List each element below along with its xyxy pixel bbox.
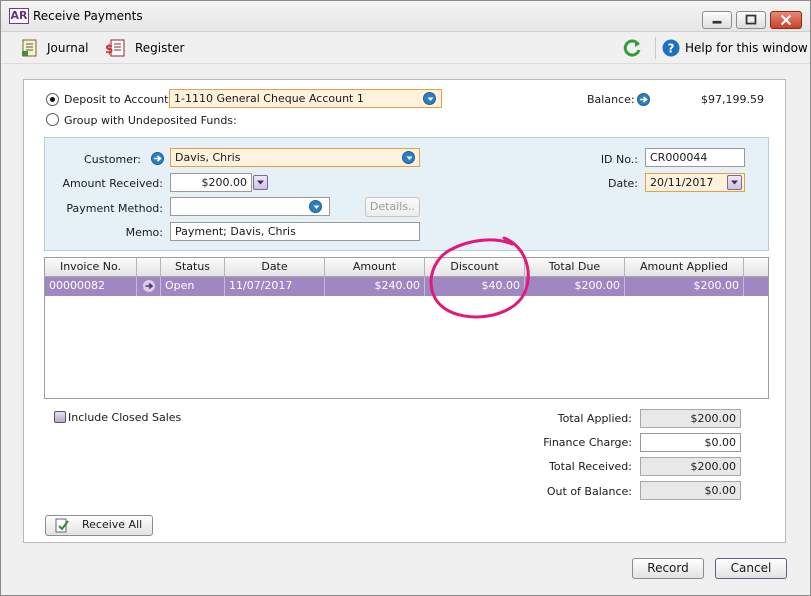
amount-received-field[interactable]: $200.00 — [170, 173, 252, 192]
total-due-cell: $200.00 — [525, 277, 625, 296]
window-title: Receive Payments — [33, 9, 143, 23]
total-applied-label: Total Applied: — [557, 412, 632, 425]
register-label: Register — [135, 41, 185, 55]
balance-arrow-icon[interactable] — [637, 93, 650, 106]
deposit-to-account-label: Deposit to Account: — [64, 93, 173, 106]
invoice-link-cell[interactable] — [137, 277, 161, 296]
balance-label: Balance: — [587, 93, 635, 106]
toolbar-divider — [655, 37, 656, 59]
journal-button[interactable]: Journal — [21, 38, 89, 58]
column-link — [137, 258, 161, 277]
column-invoice-no[interactable]: Invoice No. — [45, 258, 137, 277]
total-applied-value: $200.00 — [640, 409, 741, 428]
customer-dropdown-icon[interactable] — [402, 151, 415, 164]
maximize-button[interactable] — [736, 11, 766, 29]
receive-all-label: Receive All — [82, 518, 143, 531]
help-button[interactable]: ? Help for this window — [662, 38, 808, 58]
amount-dropdown-icon[interactable] — [253, 175, 268, 190]
account-dropdown-icon[interactable] — [423, 92, 436, 105]
table-row[interactable]: 00000082 Open 11/07/2017 $240.00 $40.00 … — [45, 277, 768, 296]
customer-field[interactable]: Davis, Chris — [170, 148, 420, 167]
payment-method-label: Payment Method: — [66, 202, 163, 215]
finance-charge-label: Finance Charge: — [543, 436, 632, 449]
invoice-no-cell: 00000082 — [45, 277, 137, 296]
finance-charge-field[interactable]: $0.00 — [640, 433, 741, 452]
id-no-label: ID No.: — [600, 153, 638, 166]
amount-applied-cell[interactable]: $200.00 — [625, 277, 744, 296]
svg-text:$: $ — [105, 42, 113, 56]
out-of-balance-value: $0.00 — [640, 481, 741, 500]
journal-label: Journal — [47, 41, 89, 55]
main-panel: Deposit to Account: 1-1110 General Chequ… — [23, 79, 786, 543]
deposit-to-account-radio[interactable] — [46, 93, 59, 106]
register-button[interactable]: $ Register — [105, 38, 184, 58]
table-header: Invoice No. Status Date Amount Discount … — [45, 258, 768, 277]
toolbar: Journal $ Register ? Help for this windo… — [1, 32, 810, 64]
date-cell: 11/07/2017 — [225, 277, 325, 296]
total-received-value: $200.00 — [640, 457, 741, 476]
column-total-due[interactable]: Total Due — [525, 258, 625, 277]
customer-arrow-icon[interactable] — [151, 152, 164, 165]
payment-details-panel: Customer: Davis, Chris Amount Received: … — [44, 137, 769, 251]
deposit-account-field[interactable]: 1-1110 General Cheque Account 1 — [169, 89, 442, 108]
total-received-label: Total Received: — [549, 460, 632, 473]
refresh-button[interactable] — [623, 38, 651, 58]
customer-label: Customer: — [84, 153, 141, 166]
payment-method-dropdown-icon[interactable] — [309, 200, 322, 213]
include-closed-sales-checkbox[interactable] — [54, 411, 66, 423]
out-of-balance-label: Out of Balance: — [546, 485, 632, 498]
memo-label: Memo: — [125, 226, 163, 239]
close-window-button[interactable] — [770, 11, 802, 29]
payment-method-field[interactable] — [170, 197, 330, 216]
balance-value: $97,199.59 — [701, 93, 764, 106]
details-button[interactable]: Details.. — [365, 197, 420, 217]
column-amount[interactable]: Amount — [325, 258, 425, 277]
memo-field[interactable]: Payment; Davis, Chris — [170, 222, 420, 241]
column-status[interactable]: Status — [161, 258, 225, 277]
include-closed-sales-label: Include Closed Sales — [68, 411, 182, 424]
status-cell: Open — [161, 277, 225, 296]
maximize-icon — [745, 14, 757, 25]
app-ar-icon: AR — [9, 8, 29, 24]
id-no-field[interactable]: CR000044 — [645, 148, 745, 167]
column-date[interactable]: Date — [225, 258, 325, 277]
group-undeposited-label: Group with Undeposited Funds: — [64, 114, 237, 127]
help-label: Help for this window — [685, 41, 808, 55]
minimize-icon — [712, 20, 722, 24]
close-icon — [780, 14, 792, 26]
column-amount-applied[interactable]: Amount Applied — [625, 258, 744, 277]
amount-received-label: Amount Received: — [62, 177, 163, 190]
cancel-button[interactable]: Cancel — [715, 558, 787, 579]
receive-all-icon — [55, 518, 69, 533]
receive-payments-window: AR Receive Payments Journal $ Register ?… — [0, 0, 811, 596]
title-bar: AR Receive Payments — [1, 1, 810, 32]
svg-text:?: ? — [668, 42, 675, 56]
journal-icon — [22, 39, 37, 57]
date-label: Date: — [608, 177, 638, 190]
help-icon: ? — [662, 39, 680, 57]
minimize-button[interactable] — [702, 11, 732, 29]
zoom-arrow-icon — [143, 280, 155, 292]
amount-cell: $240.00 — [325, 277, 425, 296]
register-icon: $ — [105, 39, 125, 57]
record-button[interactable]: Record — [632, 558, 704, 579]
receive-all-button[interactable]: Receive All — [45, 515, 153, 536]
date-dropdown-icon[interactable] — [727, 175, 742, 190]
discount-cell[interactable]: $40.00 — [425, 277, 525, 296]
invoice-table: Invoice No. Status Date Amount Discount … — [44, 257, 769, 399]
refresh-icon — [623, 39, 641, 57]
group-undeposited-radio[interactable] — [46, 113, 59, 126]
column-discount[interactable]: Discount — [425, 258, 525, 277]
